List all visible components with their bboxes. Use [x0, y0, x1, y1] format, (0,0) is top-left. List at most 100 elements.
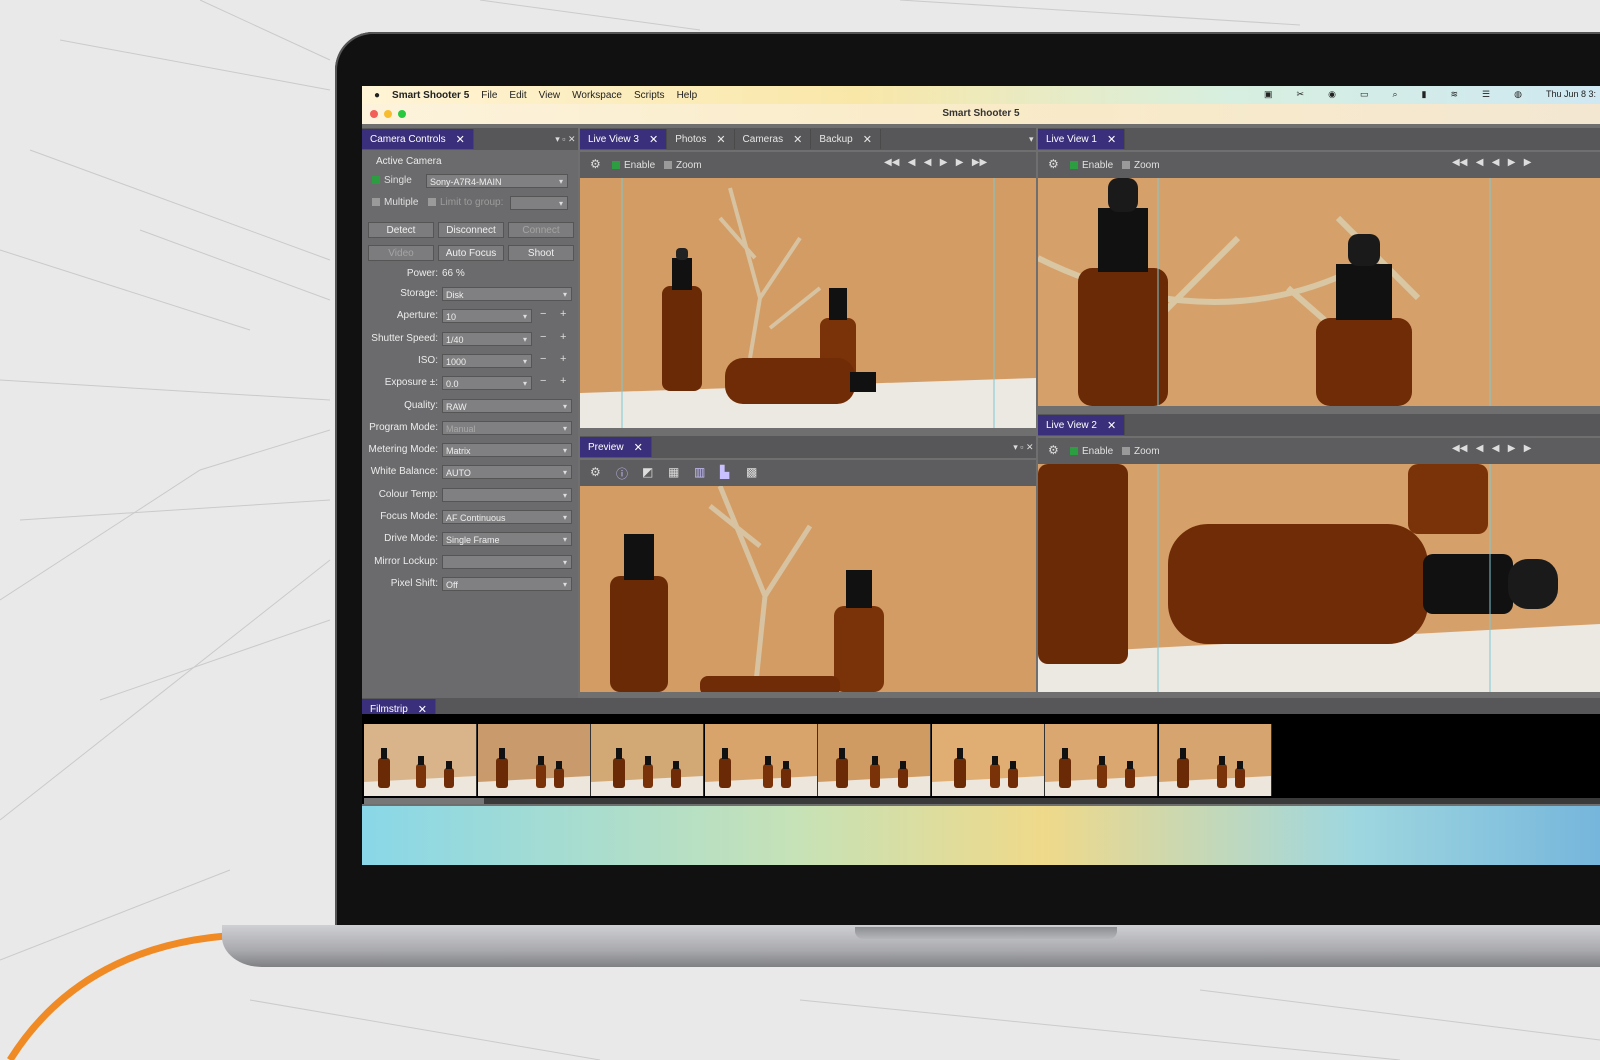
field-select[interactable] [442, 488, 572, 503]
menu-workspace[interactable]: Workspace [572, 90, 622, 101]
focus-controls-icon[interactable]: ◀◀ ◀ ◀ ▶ ▶ [1452, 157, 1531, 168]
plus-icon[interactable]: + [560, 353, 566, 365]
grid-icon[interactable]: ▦ [668, 465, 679, 479]
gear-icon[interactable]: ⚙ [1048, 157, 1059, 171]
tab-backup[interactable]: Backup ✕ [811, 129, 881, 149]
field-select[interactable]: 1/40 [442, 332, 532, 347]
filmstrip-thumbnail[interactable] [1158, 724, 1272, 796]
menu-view[interactable]: View [539, 90, 561, 101]
auto-focus-button[interactable]: Auto Focus [438, 245, 504, 261]
enable-checkbox[interactable]: Enable [1070, 446, 1113, 457]
filmstrip-thumbnail[interactable] [364, 724, 477, 796]
field-select[interactable]: 1000 [442, 354, 532, 369]
battery-icon[interactable]: ▮ [1422, 89, 1427, 100]
field-select[interactable]: Disk [442, 287, 572, 302]
menu-file[interactable]: File [481, 90, 497, 101]
field-select[interactable]: 10 [442, 309, 532, 324]
menu-edit[interactable]: Edit [509, 90, 526, 101]
gear-icon[interactable]: ⚙ [1048, 443, 1059, 457]
field-select[interactable]: 0.0 [442, 376, 532, 391]
connect-button[interactable]: Connect [508, 222, 574, 238]
plus-icon[interactable]: + [560, 308, 566, 320]
plus-icon[interactable]: + [560, 331, 566, 343]
field-select[interactable] [442, 555, 572, 570]
focus-controls-icon[interactable]: ◀◀ ◀ ◀ ▶ ▶ [1452, 443, 1531, 454]
menu-app-name[interactable]: Smart Shooter 5 [392, 90, 469, 101]
panel-controls[interactable]: ▾ ▫ ✕ [555, 134, 578, 145]
zoom-checkbox[interactable]: Zoom [664, 160, 702, 171]
live-view-3-image[interactable] [580, 178, 1036, 428]
video-button[interactable]: Video [368, 245, 434, 261]
multiple-radio[interactable]: Multiple [372, 197, 418, 208]
search-icon[interactable]: ⌕ [1392, 89, 1397, 100]
shoot-button[interactable]: Shoot [508, 245, 574, 261]
disconnect-button[interactable]: Disconnect [438, 222, 504, 238]
status-display-icon[interactable]: ▭ [1360, 89, 1369, 100]
field-select[interactable]: AF Continuous [442, 510, 572, 525]
tab-cameras[interactable]: Cameras ✕ [735, 129, 812, 149]
filmstrip-thumbnail[interactable] [477, 724, 591, 796]
close-icon[interactable]: ✕ [456, 133, 465, 146]
live-view-2-image[interactable] [1038, 464, 1600, 692]
status-tool-icon[interactable]: ✂ [1297, 89, 1305, 100]
zoom-checkbox[interactable]: Zoom [1122, 446, 1160, 457]
maximize-window-button[interactable] [398, 110, 406, 118]
info-icon[interactable]: ⓘ [616, 465, 628, 482]
single-camera-select[interactable]: Sony-A7R4-MAIN [426, 174, 568, 189]
tab-live-view-2[interactable]: Live View 2 ✕ [1038, 415, 1126, 435]
field-select[interactable]: Off [442, 577, 572, 592]
tab-live-view-1[interactable]: Live View 1 ✕ [1038, 129, 1126, 149]
filmstrip-thumbnail[interactable] [591, 724, 704, 796]
minus-icon[interactable]: − [540, 331, 546, 343]
live-view-1-image[interactable] [1038, 178, 1600, 406]
scrollbar-thumb[interactable] [364, 798, 484, 804]
detect-button[interactable]: Detect [368, 222, 434, 238]
close-window-button[interactable] [370, 110, 378, 118]
qr-icon[interactable]: ▩ [746, 465, 757, 479]
control-center-icon[interactable]: ☰ [1482, 89, 1490, 100]
status-play-icon[interactable]: ◉ [1328, 89, 1336, 100]
field-select[interactable]: RAW [442, 399, 572, 414]
focus-far-icon[interactable]: ◀◀ ◀ ◀ ▶ ▶ ▶▶ [884, 157, 987, 168]
filmstrip-thumbnail[interactable] [818, 724, 931, 796]
zoom-checkbox[interactable]: Zoom [1122, 160, 1160, 171]
field-select[interactable]: Matrix [442, 443, 572, 458]
preview-image[interactable] [580, 486, 1036, 692]
group-select[interactable] [510, 196, 568, 211]
tab-live-view-3[interactable]: Live View 3 ✕ [580, 129, 668, 149]
minimize-window-button[interactable] [384, 110, 392, 118]
tab-preview[interactable]: Preview ✕ [580, 437, 652, 457]
menu-help[interactable]: Help [677, 90, 698, 101]
histogram-icon[interactable]: ▥ [694, 465, 705, 479]
filmstrip-thumbnail[interactable] [704, 724, 818, 796]
plus-icon[interactable]: + [560, 375, 566, 387]
menu-scripts[interactable]: Scripts [634, 90, 665, 101]
clock[interactable]: Thu Jun 8 3: [1546, 89, 1596, 100]
gear-icon[interactable]: ⚙ [590, 157, 601, 171]
minus-icon[interactable]: − [540, 308, 546, 320]
minus-icon[interactable]: − [540, 375, 546, 387]
enable-checkbox[interactable]: Enable [612, 160, 655, 171]
panel-controls[interactable]: ▾ ▫ ✕ [1013, 442, 1036, 453]
single-radio[interactable]: Single [372, 175, 412, 186]
filmstrip-scrollbar[interactable] [364, 798, 1600, 804]
chevron-down-icon[interactable]: ▾ [1029, 134, 1036, 145]
limit-group-checkbox[interactable]: Limit to group: [428, 197, 503, 208]
siri-icon[interactable]: ◍ [1514, 89, 1522, 100]
tab-photos[interactable]: Photos ✕ [667, 129, 735, 149]
tab-camera-controls[interactable]: Camera Controls ✕ [362, 129, 474, 149]
field-select[interactable]: AUTO [442, 465, 572, 480]
status-app-icon[interactable]: ▣ [1264, 89, 1273, 100]
wifi-icon[interactable]: ≋ [1450, 89, 1458, 100]
gear-icon[interactable]: ⚙ [590, 465, 601, 479]
field-select[interactable]: Manual [442, 421, 572, 436]
field-select[interactable]: Single Frame [442, 532, 572, 547]
enable-checkbox[interactable]: Enable [1070, 160, 1113, 171]
filmstrip-thumbnail[interactable] [1045, 724, 1158, 796]
live-view-3-toolbar: ⚙ Enable Zoom ◀◀ ◀ ◀ ▶ ▶ ▶▶ [580, 152, 1036, 178]
exposure-icon[interactable]: ◩ [642, 465, 653, 479]
focus-peaking-icon[interactable]: ▙ [720, 465, 729, 479]
minus-icon[interactable]: − [540, 353, 546, 365]
filmstrip-thumbnail[interactable] [931, 724, 1045, 796]
apple-icon[interactable]: ● [374, 90, 380, 101]
